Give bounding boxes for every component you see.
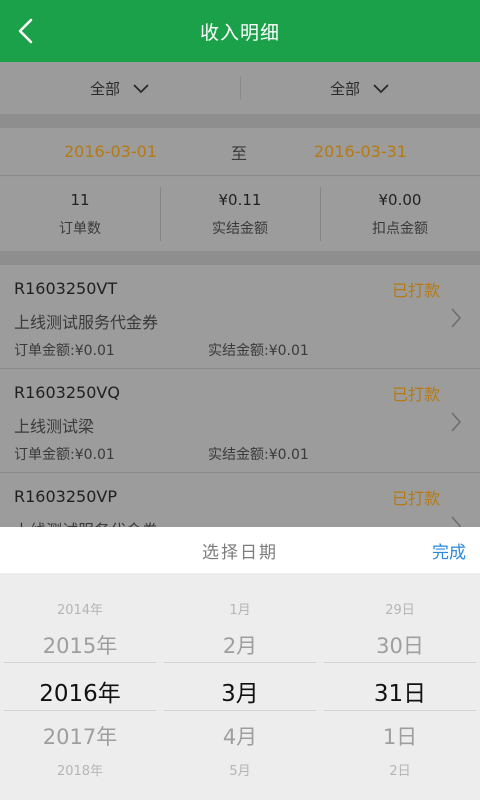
selection-line-bottom [4,710,156,711]
stat-order-count: 11 订单数 [0,177,160,251]
filter-dropdown-left[interactable]: 全部 [0,62,240,114]
date-range-row: 2016-03-01 至 2016-03-31 [0,128,480,176]
filter-bar: 全部 全部 [0,62,480,114]
wheel-option[interactable]: 1月 [160,599,320,618]
chevron-right-icon [451,308,462,328]
selection-line-top [324,662,476,663]
chevron-down-icon [373,83,389,93]
order-name: 上线测试服务代金券 [14,517,158,527]
list-item[interactable]: R1603250VT 已打款 上线测试服务代金券 订单金额:¥0.01 实结金额… [0,265,480,369]
order-amount: 订单金额:¥0.01 [14,447,115,463]
selection-line-top [4,662,156,663]
section-divider [0,114,480,128]
order-id: R1603250VP [14,487,117,506]
summary-stats: 11 订单数 ¥0.11 实结金额 ¥0.00 扣点金额 [0,177,480,251]
wheel-option[interactable]: 2018年 [0,760,160,779]
settled-amount: 实结金额:¥0.01 [208,447,309,463]
date-picker-header: 选择日期 完成 [0,527,480,573]
done-button[interactable]: 完成 [432,538,466,563]
wheel-option[interactable]: 1日 [320,721,480,751]
order-amount: 订单金额:¥0.01 [14,343,115,359]
wheel-option[interactable]: 2日 [320,760,480,779]
status-badge: 已打款 [391,489,440,508]
page-title: 收入明细 [199,21,280,44]
chevron-right-icon [451,516,462,527]
order-id: R1603250VQ [14,383,120,402]
wheel-option-selected[interactable]: 31日 [320,674,480,708]
wheel-option[interactable]: 2014年 [0,599,160,618]
date-picker-title: 选择日期 [202,542,278,563]
month-wheel[interactable]: 1月 2月 3月 4月 5月 [160,573,320,800]
stat-value: ¥0.11 [218,190,262,209]
status-badge: 已打款 [391,281,440,300]
stat-settled-amount: ¥0.11 实结金额 [160,177,320,251]
year-wheel[interactable]: 2014年 2015年 2016年 2017年 2018年 [0,573,160,800]
order-name: 上线测试服务代金券 [14,313,159,332]
stat-value: 11 [70,190,90,209]
date-picker-sheet: 选择日期 完成 2014年 2015年 2016年 2017年 2018年 1月… [0,527,480,800]
wheel-option-selected[interactable]: 3月 [160,674,320,708]
day-wheel[interactable]: 29日 30日 31日 1日 2日 [320,573,480,800]
wheel-option[interactable]: 4月 [160,721,320,751]
order-name: 上线测试梁 [14,417,95,436]
start-date[interactable]: 2016-03-01 [64,142,157,161]
selection-line-bottom [164,710,316,711]
filter-label: 全部 [329,79,360,98]
status-badge: 已打款 [391,385,440,404]
wheel-option-selected[interactable]: 2016年 [0,674,160,708]
wheel-option[interactable]: 29日 [320,599,480,618]
chevron-down-icon [133,83,149,93]
list-item[interactable]: R1603250VP 已打款 上线测试服务代金券 [0,473,480,527]
back-button[interactable] [10,15,40,47]
chevron-left-icon [18,18,33,44]
stat-label: 扣点金额 [372,220,428,237]
stat-label: 实结金额 [212,220,268,237]
chevron-right-icon [451,412,462,432]
selection-line-bottom [324,710,476,711]
wheel-option[interactable]: 2015年 [0,630,160,660]
section-divider [0,251,480,265]
wheel-option[interactable]: 5月 [160,760,320,779]
stat-value: ¥0.00 [378,190,422,209]
end-date[interactable]: 2016-03-31 [314,142,407,161]
wheel-option[interactable]: 30日 [320,630,480,660]
list-item[interactable]: R1603250VQ 已打款 上线测试梁 订单金额:¥0.01 实结金额:¥0.… [0,369,480,473]
stat-label: 订单数 [59,220,101,237]
filter-dropdown-right[interactable]: 全部 [240,62,480,114]
order-id: R1603250VT [14,279,118,298]
filter-label: 全部 [89,79,120,98]
selection-line-top [164,662,316,663]
wheel-option[interactable]: 2月 [160,630,320,660]
settled-amount: 实结金额:¥0.01 [208,343,309,359]
order-list: R1603250VT 已打款 上线测试服务代金券 订单金额:¥0.01 实结金额… [0,265,480,527]
stat-deduction-amount: ¥0.00 扣点金额 [320,177,480,251]
date-range-separator: 至 [231,143,248,163]
wheel-option[interactable]: 2017年 [0,721,160,751]
top-bar: 收入明细 [0,0,480,62]
